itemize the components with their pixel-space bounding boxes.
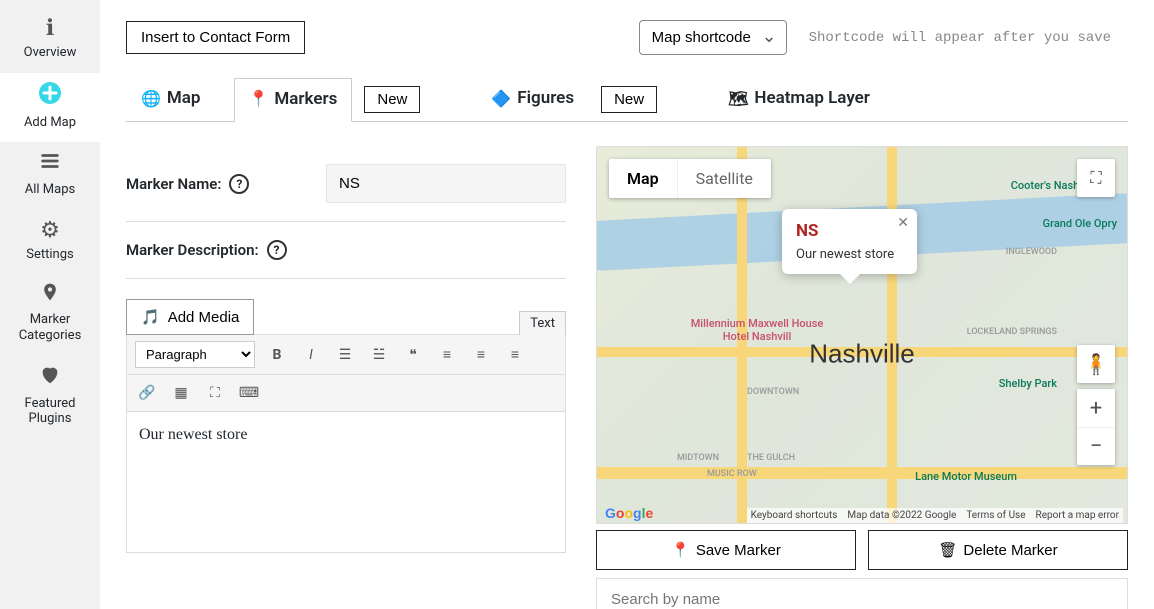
marker-name-label: Marker Name:	[126, 175, 221, 193]
area-label: THE GULCH	[747, 453, 795, 463]
paragraph-select[interactable]: Paragraph	[135, 341, 255, 368]
map-canvas[interactable]: Nashville Cooter's Nashville Grand Ole O…	[596, 146, 1128, 524]
sidebar-item-marker-categories[interactable]: Marker Categories	[0, 274, 100, 355]
pin-icon: 📍	[671, 541, 690, 559]
info-window: ✕ NS Our newest store	[782, 209, 917, 274]
delete-marker-label: Delete Marker	[963, 542, 1057, 559]
zoom-control: + −	[1077, 389, 1115, 465]
report-error-link[interactable]: Report a map error	[1036, 510, 1119, 521]
keyboard-shortcuts-link[interactable]: Keyboard shortcuts	[751, 510, 838, 521]
poi-label: Shelby Park	[999, 377, 1057, 390]
info-icon: ℹ	[46, 16, 54, 41]
fullscreen-button[interactable]: ⛶	[203, 381, 227, 405]
trash-icon: 🗑	[938, 541, 957, 559]
google-logo: Google	[605, 505, 653, 521]
align-left-button[interactable]: ≡	[435, 343, 459, 367]
tabs: 🌐 Map 📍 Markers New 🔷 Figures New 🗺 Heat…	[126, 77, 1128, 122]
music-note-icon: 🎵	[141, 308, 160, 326]
align-center-button[interactable]: ≡	[469, 343, 493, 367]
bold-button[interactable]: B	[265, 343, 289, 367]
map-type-satellite-button[interactable]: Satellite	[677, 159, 771, 198]
sidebar: ℹ Overview Add Map All Maps ⚙ Settings M…	[0, 0, 100, 609]
shapes-icon: 🔷	[491, 89, 511, 108]
zoom-in-button[interactable]: +	[1077, 389, 1115, 427]
new-marker-button[interactable]: New	[364, 86, 420, 113]
tab-label: Heatmap Layer	[754, 88, 870, 108]
delete-marker-button[interactable]: 🗑 Delete Marker	[868, 530, 1128, 570]
editor-body[interactable]: Our newest store	[127, 412, 565, 552]
shortcode-select-wrap: Map shortcode	[639, 20, 787, 55]
pin-icon	[40, 282, 60, 308]
poi-label: Lane Motor Museum	[915, 470, 1017, 483]
link-button[interactable]: 🔗	[135, 381, 159, 405]
area-label: MUSIC ROW	[707, 469, 757, 479]
help-icon[interactable]: ?	[229, 174, 249, 194]
align-right-button[interactable]: ≡	[503, 343, 527, 367]
terms-link[interactable]: Terms of Use	[966, 510, 1025, 521]
sidebar-item-label: Settings	[26, 247, 73, 263]
area-label: LOCKELAND SPRINGS	[967, 327, 1057, 337]
add-media-label: Add Media	[168, 309, 240, 326]
rich-text-editor: Paragraph B I ☰ ☱ ❝ ≡ ≡ ≡ 🔗 ▦ ⛶ ⌨	[126, 334, 566, 553]
map-footer: Keyboard shortcuts Map data ©2022 Google…	[747, 508, 1123, 523]
sidebar-item-all-maps[interactable]: All Maps	[0, 142, 100, 210]
shortcode-hint-input	[799, 22, 1128, 54]
tab-label: Map	[167, 88, 201, 108]
new-figure-button[interactable]: New	[601, 86, 657, 113]
map-surface: Nashville Cooter's Nashville Grand Ole O…	[597, 147, 1127, 523]
area-label: MIDTOWN	[677, 453, 719, 463]
zoom-out-button[interactable]: −	[1077, 427, 1115, 465]
map-type-map-button[interactable]: Map	[609, 159, 677, 198]
sidebar-item-add-map[interactable]: Add Map	[0, 73, 100, 143]
fullscreen-icon[interactable]: ⛶	[1077, 159, 1115, 197]
shortcode-select[interactable]: Map shortcode	[639, 20, 787, 55]
help-icon[interactable]: ?	[267, 240, 287, 260]
sidebar-item-label: Featured Plugins	[4, 396, 96, 427]
poi-label: Grand Ole Opry	[1043, 217, 1117, 230]
pin-icon: 📍	[249, 89, 269, 108]
map-type-control: Map Satellite	[609, 159, 771, 198]
add-media-button[interactable]: 🎵 Add Media	[126, 299, 254, 335]
tab-label: Figures	[517, 88, 574, 108]
close-icon[interactable]: ✕	[897, 215, 909, 231]
pegman-icon[interactable]: 🧍	[1077, 345, 1115, 383]
save-marker-button[interactable]: 📍 Save Marker	[596, 530, 856, 570]
quote-button[interactable]: ❝	[401, 343, 425, 367]
keyboard-button[interactable]: ⌨	[237, 381, 261, 405]
plus-circle-icon	[38, 81, 62, 111]
sidebar-item-label: Overview	[24, 45, 77, 61]
map-data-label: Map data ©2022 Google	[847, 510, 956, 521]
tab-map[interactable]: 🌐 Map	[126, 77, 216, 121]
insert-button[interactable]: ▦	[169, 381, 193, 405]
sidebar-item-label: Add Map	[24, 115, 76, 131]
search-input[interactable]	[596, 578, 1128, 609]
italic-button[interactable]: I	[299, 343, 323, 367]
bullet-list-button[interactable]: ☰	[333, 343, 357, 367]
save-marker-label: Save Marker	[696, 542, 781, 559]
marker-description-label: Marker Description:	[126, 241, 259, 259]
sidebar-item-overview[interactable]: ℹ Overview	[0, 8, 100, 73]
heart-icon	[39, 364, 61, 392]
sidebar-item-settings[interactable]: ⚙ Settings	[0, 210, 100, 275]
gear-icon: ⚙	[40, 218, 60, 243]
tab-label: Markers	[274, 89, 337, 109]
list-icon	[39, 150, 61, 178]
editor-text-tab[interactable]: Text	[519, 311, 566, 335]
marker-name-input[interactable]	[326, 164, 566, 203]
poi-label: Millennium Maxwell House Hotel Nashvill	[687, 317, 827, 343]
area-label: DOWNTOWN	[747, 387, 799, 397]
globe-icon: 🌐	[141, 89, 161, 108]
sidebar-item-label: Marker Categories	[4, 312, 96, 343]
map-icon: 🗺	[728, 89, 748, 108]
numbered-list-button[interactable]: ☱	[367, 343, 391, 367]
info-window-title: NS	[796, 221, 903, 241]
tab-figures[interactable]: 🔷 Figures	[476, 77, 589, 121]
info-window-description: Our newest store	[796, 247, 903, 262]
tab-markers[interactable]: 📍 Markers	[234, 78, 353, 122]
sidebar-item-featured-plugins[interactable]: Featured Plugins	[0, 356, 100, 439]
tab-heatmap[interactable]: 🗺 Heatmap Layer	[713, 77, 885, 121]
sidebar-item-label: All Maps	[25, 182, 75, 198]
insert-contact-form-button[interactable]: Insert to Contact Form	[126, 21, 305, 54]
area-label: INGLEWOOD	[1006, 247, 1057, 257]
